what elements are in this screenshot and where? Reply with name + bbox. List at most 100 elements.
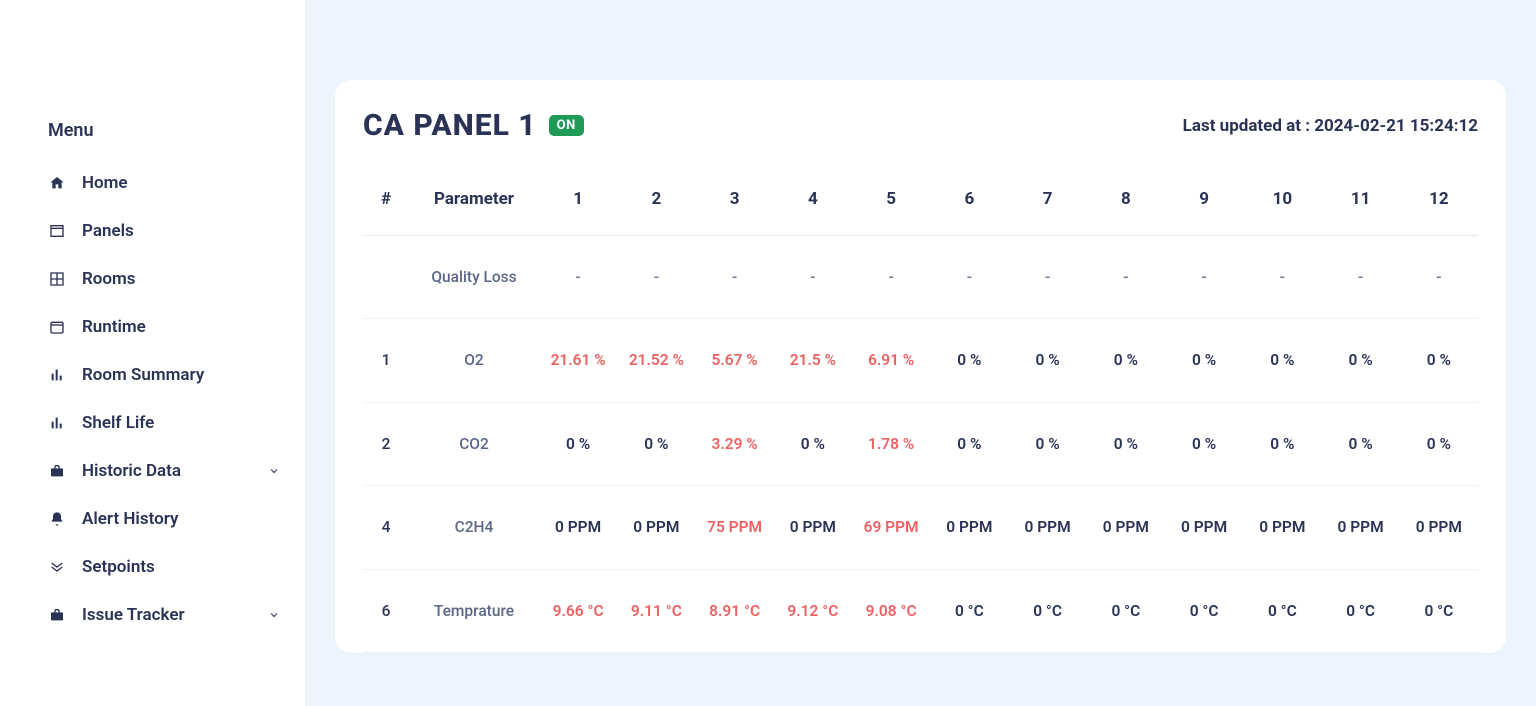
value-cell: 9.66 °C — [539, 569, 617, 652]
sidebar-item-room-summary[interactable]: Room Summary — [0, 351, 305, 399]
col-header: 12 — [1400, 171, 1478, 236]
main-content: CA PANEL 1 ON Last updated at : 2024-02-… — [305, 0, 1536, 706]
value-cell: 0 PPM — [1400, 486, 1478, 569]
sidebar-item-historic-data[interactable]: Historic Data — [0, 447, 305, 495]
row-idx: 2 — [363, 402, 409, 485]
col-header: 3 — [696, 171, 774, 236]
value-cell: 0 % — [1400, 319, 1478, 402]
table-row: 4C2H40 PPM0 PPM75 PPM0 PPM69 PPM0 PPM0 P… — [363, 486, 1478, 569]
value-cell: 0 °C — [1243, 569, 1321, 652]
value-cell: 0 % — [1165, 319, 1243, 402]
value-cell: - — [1087, 236, 1165, 319]
value-cell: 0 °C — [1009, 569, 1087, 652]
value-cell: - — [539, 236, 617, 319]
grid-icon — [48, 270, 66, 288]
value-cell: 0 °C — [1087, 569, 1165, 652]
value-cell: 0 PPM — [774, 486, 852, 569]
sidebar-item-rooms[interactable]: Rooms — [0, 255, 305, 303]
last-updated: Last updated at : 2024-02-21 15:24:12 — [1183, 116, 1478, 136]
sidebar-item-runtime[interactable]: Runtime — [0, 303, 305, 351]
value-cell: - — [1400, 236, 1478, 319]
table-row: 6Temprature9.66 °C9.11 °C8.91 °C9.12 °C9… — [363, 569, 1478, 652]
col-header: 9 — [1165, 171, 1243, 236]
value-cell: 6.91 % — [852, 319, 930, 402]
value-cell: 0 % — [1322, 319, 1400, 402]
value-cell: 9.11 °C — [617, 569, 695, 652]
sidebar-item-shelf-life[interactable]: Shelf Life — [0, 399, 305, 447]
value-cell: 69 PPM — [852, 486, 930, 569]
value-cell: 0 % — [617, 402, 695, 485]
value-cell: 9.08 °C — [852, 569, 930, 652]
chevron-down-icon — [267, 464, 281, 478]
col-header: 2 — [617, 171, 695, 236]
sidebar-item-label: Setpoints — [82, 557, 281, 577]
col-header: 6 — [930, 171, 1008, 236]
value-cell: 1.78 % — [852, 402, 930, 485]
sidebar-item-panels[interactable]: Panels — [0, 207, 305, 255]
col-header-idx: # — [363, 171, 409, 236]
value-cell: 5.67 % — [696, 319, 774, 402]
value-cell: - — [1243, 236, 1321, 319]
value-cell: - — [774, 236, 852, 319]
sidebar-item-label: Panels — [82, 221, 281, 241]
table-row: 2CO20 %0 %3.29 %0 %1.78 %0 %0 %0 %0 %0 %… — [363, 402, 1478, 485]
parameter-name: Quality Loss — [409, 236, 539, 319]
col-header: 11 — [1322, 171, 1400, 236]
col-header: 10 — [1243, 171, 1321, 236]
value-cell: 0 °C — [1400, 569, 1478, 652]
calendar-icon — [48, 318, 66, 336]
panel-icon — [48, 222, 66, 240]
value-cell: 0 % — [1243, 402, 1321, 485]
value-cell: - — [930, 236, 1008, 319]
parameter-name: O2 — [409, 319, 539, 402]
value-cell: 0 % — [774, 402, 852, 485]
row-idx: 1 — [363, 319, 409, 402]
sidebar-item-home[interactable]: Home — [0, 159, 305, 207]
value-cell: 21.52 % — [617, 319, 695, 402]
value-cell: 0 PPM — [539, 486, 617, 569]
table-row: 1O221.61 %21.52 %5.67 %21.5 %6.91 %0 %0 … — [363, 319, 1478, 402]
sidebar-item-alert-history[interactable]: Alert History — [0, 495, 305, 543]
sidebar-item-label: Room Summary — [82, 365, 281, 385]
sidebar-item-label: Rooms — [82, 269, 281, 289]
value-cell: 0 PPM — [617, 486, 695, 569]
value-cell: 0 % — [1165, 402, 1243, 485]
parameter-name: Temprature — [409, 569, 539, 652]
panel-header: CA PANEL 1 ON Last updated at : 2024-02-… — [363, 108, 1478, 143]
row-idx — [363, 236, 409, 319]
value-cell: 0 % — [1087, 402, 1165, 485]
value-cell: 0 °C — [930, 569, 1008, 652]
chevron-down-icon — [267, 608, 281, 622]
value-cell: 0 % — [1009, 402, 1087, 485]
value-cell: 0 % — [539, 402, 617, 485]
value-cell: 0 PPM — [1009, 486, 1087, 569]
sidebar-item-label: Alert History — [82, 509, 281, 529]
value-cell: 0 PPM — [1087, 486, 1165, 569]
sidebar-item-label: Home — [82, 173, 281, 193]
col-header: 7 — [1009, 171, 1087, 236]
value-cell: 0 °C — [1165, 569, 1243, 652]
sidebar-item-issue-tracker[interactable]: Issue Tracker — [0, 591, 305, 639]
value-cell: 0 PPM — [1165, 486, 1243, 569]
value-cell: 0 % — [1322, 402, 1400, 485]
sidebar-heading: Menu — [0, 120, 305, 159]
table-header-row: #Parameter123456789101112 — [363, 171, 1478, 236]
col-header: 4 — [774, 171, 852, 236]
sidebar: Menu Home Panels Rooms Runtime — [0, 0, 305, 706]
parameter-table: #Parameter123456789101112 Quality Loss--… — [363, 171, 1478, 653]
sidebar-item-label: Historic Data — [82, 461, 251, 481]
panel-card: CA PANEL 1 ON Last updated at : 2024-02-… — [335, 80, 1506, 653]
value-cell: 0 % — [1243, 319, 1321, 402]
col-header: 8 — [1087, 171, 1165, 236]
sidebar-item-label: Issue Tracker — [82, 605, 251, 625]
value-cell: - — [1322, 236, 1400, 319]
row-idx: 6 — [363, 569, 409, 652]
col-header-parameter: Parameter — [409, 171, 539, 236]
briefcase-icon — [48, 606, 66, 624]
value-cell: 0 % — [1087, 319, 1165, 402]
sidebar-item-label: Shelf Life — [82, 413, 281, 433]
sidebar-item-setpoints[interactable]: Setpoints — [0, 543, 305, 591]
value-cell: - — [1165, 236, 1243, 319]
status-badge: ON — [549, 115, 584, 136]
value-cell: 0 PPM — [1322, 486, 1400, 569]
